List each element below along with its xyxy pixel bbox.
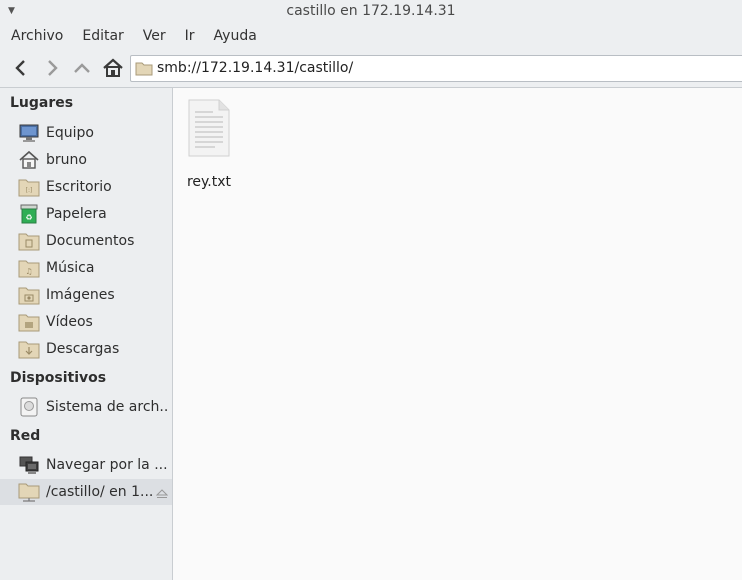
up-icon	[74, 63, 90, 73]
file-item[interactable]: rey.txt	[181, 98, 237, 190]
home-icon	[103, 58, 123, 77]
sidebar-item-label: Escritorio	[46, 179, 112, 195]
home-button[interactable]	[100, 55, 126, 81]
sidebar-item-label: Navegar por la ...	[46, 457, 168, 473]
sidebar-item-label: Música	[46, 260, 95, 276]
menu-ir[interactable]: Ir	[177, 28, 203, 44]
trash-icon: ♻	[18, 203, 40, 225]
desktop-folder-icon: [:]	[18, 176, 40, 198]
sidebar-item-label: Vídeos	[46, 314, 93, 330]
places-header: Lugares	[10, 95, 74, 111]
sidebar-item-castillo[interactable]: /castillo/ en 1...	[0, 479, 172, 505]
forward-icon	[48, 60, 58, 76]
sidebar-item-imagenes[interactable]: Imágenes	[0, 282, 172, 308]
sidebar-item-bruno[interactable]: bruno	[0, 147, 172, 173]
svg-text:[:]: [:]	[26, 187, 33, 194]
menu-ver[interactable]: Ver	[135, 28, 174, 44]
window-menu-icon[interactable]: ▼	[8, 0, 15, 22]
sidebar-item-label: Equipo	[46, 125, 94, 141]
sidebar: Lugares Equipo bruno [:] Escritorio ♻ Pa…	[0, 88, 173, 580]
computer-icon	[18, 122, 40, 144]
title-bar: ▼ castillo en 172.19.14.31	[0, 0, 742, 22]
back-icon	[15, 60, 25, 76]
pictures-folder-icon	[18, 284, 40, 306]
downloads-folder-icon	[18, 338, 40, 360]
sidebar-item-label: Descargas	[46, 341, 120, 357]
sidebar-item-equipo[interactable]: Equipo	[0, 120, 172, 146]
eject-icon[interactable]	[155, 487, 169, 503]
sidebar-item-descargas[interactable]: Descargas	[0, 336, 172, 362]
menu-editar[interactable]: Editar	[74, 28, 131, 44]
sidebar-item-videos[interactable]: Vídeos	[0, 309, 172, 335]
drive-icon	[18, 396, 40, 418]
file-view[interactable]: rey.txt	[173, 88, 742, 580]
sidebar-item-sistema[interactable]: Sistema de arch...	[0, 394, 172, 420]
sidebar-item-label: /castillo/ en 1...	[46, 484, 154, 500]
sidebar-item-musica[interactable]: ♫ Música	[0, 255, 172, 281]
sidebar-item-label: Documentos	[46, 233, 135, 249]
documents-folder-icon	[18, 230, 40, 252]
sidebar-item-escritorio[interactable]: [:] Escritorio	[0, 174, 172, 200]
sidebar-item-documentos[interactable]: Documentos	[0, 228, 172, 254]
videos-folder-icon	[18, 311, 40, 333]
music-folder-icon: ♫	[18, 257, 40, 279]
location-bar[interactable]: smb://172.19.14.31/castillo/	[130, 55, 742, 82]
sidebar-item-label: Papelera	[46, 206, 107, 222]
file-name: rey.txt	[186, 174, 232, 190]
svg-text:♻: ♻	[25, 213, 32, 222]
forward-button[interactable]	[39, 55, 65, 81]
devices-header: Dispositivos	[10, 370, 107, 386]
sidebar-item-label: bruno	[46, 152, 87, 168]
back-button[interactable]	[8, 55, 34, 81]
up-button[interactable]	[69, 55, 95, 81]
sidebar-item-papelera[interactable]: ♻ Papelera	[0, 201, 172, 227]
network-icon	[18, 454, 40, 476]
folder-icon	[135, 60, 153, 80]
sidebar-item-navegar[interactable]: Navegar por la ...	[0, 452, 172, 478]
sidebar-item-label: Imágenes	[46, 287, 115, 303]
network-header: Red	[10, 428, 41, 444]
svg-text:♫: ♫	[25, 267, 32, 276]
window-title: castillo en 172.19.14.31	[286, 3, 456, 19]
location-path[interactable]: smb://172.19.14.31/castillo/	[157, 56, 353, 81]
menu-archivo[interactable]: Archivo	[3, 28, 71, 44]
sidebar-item-label: Sistema de arch...	[46, 399, 168, 415]
menu-bar: Archivo Editar Ver Ir Ayuda	[0, 22, 742, 49]
network-folder-icon	[18, 481, 40, 503]
menu-ayuda[interactable]: Ayuda	[206, 28, 265, 44]
toolbar: smb://172.19.14.31/castillo/	[0, 49, 742, 88]
home-icon	[18, 149, 40, 171]
text-file-icon	[185, 98, 233, 162]
